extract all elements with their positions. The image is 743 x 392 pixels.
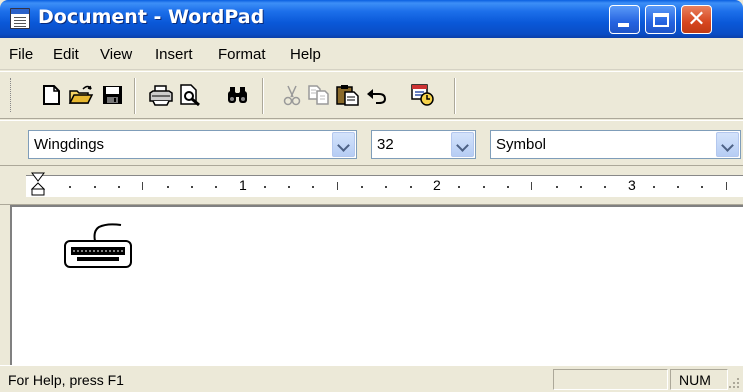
ruler-number: 1 [239,177,247,193]
ruler-dot [580,186,582,188]
ruler-dot [94,186,96,188]
ruler-dot [312,186,314,188]
keyboard-icon [64,223,132,268]
document-area[interactable] [10,205,743,365]
maximize-icon [653,13,669,27]
new-document-icon[interactable] [38,83,64,107]
menu-insert[interactable]: Insert [155,46,193,63]
resize-grip-icon[interactable] [725,374,741,390]
ruler-tick [726,182,727,190]
ruler-number: 3 [628,177,636,193]
copy-icon[interactable] [306,83,332,107]
ruler-dot [69,186,71,188]
wordpad-app-icon[interactable] [10,8,30,29]
ruler-dot [556,186,558,188]
ruler-tick [142,182,143,190]
ruler-dot [264,186,266,188]
font-script-combo[interactable]: Symbol [490,130,741,159]
menu-edit[interactable]: Edit [53,46,79,63]
menu-file[interactable]: File [9,46,33,63]
cut-scissors-icon[interactable] [279,83,305,107]
left-indent-icon[interactable] [31,182,45,196]
paste-icon[interactable] [335,83,361,107]
title-bar[interactable]: Document - WordPad ✕ [0,0,743,38]
chevron-down-icon[interactable] [716,132,739,157]
menu-format[interactable]: Format [218,46,266,63]
menu-help[interactable]: Help [290,46,321,63]
close-button[interactable]: ✕ [681,5,712,34]
ruler-tick [531,182,532,190]
ruler-dot [361,186,363,188]
status-pane-empty [553,369,668,390]
print-preview-icon[interactable] [177,83,203,107]
ruler-dot [653,186,655,188]
ruler-dot [167,186,169,188]
menu-bar: File Edit View Insert Format Help [0,38,743,70]
font-script-value: Symbol [496,136,547,153]
minimize-icon [618,23,629,27]
undo-icon[interactable] [364,83,390,107]
ruler[interactable]: 1 2 3 [0,167,743,205]
standard-toolbar [0,71,743,119]
ruler-dot [118,186,120,188]
ruler-dot [677,186,679,188]
ruler-dot [410,186,412,188]
font-name-combo[interactable]: Wingdings [28,130,357,159]
ruler-dot [385,186,387,188]
ruler-dot [458,186,460,188]
find-binoculars-icon[interactable] [225,83,251,107]
first-line-indent-icon[interactable] [31,172,45,182]
open-folder-icon[interactable] [68,83,94,107]
ruler-dot [604,186,606,188]
ruler-dot [701,186,703,188]
ruler-tick [337,182,338,190]
toolbar-grip[interactable] [10,78,13,112]
status-help-text: For Help, press F1 [8,372,124,388]
maximize-button[interactable] [645,5,676,34]
status-bar: For Help, press F1 NUM [0,365,743,392]
font-size-combo[interactable]: 32 [371,130,476,159]
window-title: Document - WordPad [38,6,265,28]
menu-view[interactable]: View [100,46,132,63]
save-disk-icon[interactable] [100,83,126,107]
chevron-down-icon[interactable] [451,132,474,157]
insert-date-time-icon[interactable] [410,83,436,107]
close-icon: ✕ [687,7,706,32]
chevron-down-icon[interactable] [332,132,355,157]
format-toolbar: Wingdings 32 Symbol [0,120,743,166]
font-size-value: 32 [377,136,394,153]
ruler-number: 2 [433,177,441,193]
print-icon[interactable] [148,83,174,107]
font-name-value: Wingdings [34,136,105,153]
status-num-pane: NUM [670,369,728,390]
ruler-dot [483,186,485,188]
ruler-dot [215,186,217,188]
ruler-dot [288,186,290,188]
toolbar-separator [262,78,264,114]
num-lock-indicator: NUM [679,372,711,388]
ruler-dot [191,186,193,188]
toolbar-separator [454,78,456,114]
minimize-button[interactable] [609,5,640,34]
ruler-dot [507,186,509,188]
toolbar-separator [134,78,136,114]
